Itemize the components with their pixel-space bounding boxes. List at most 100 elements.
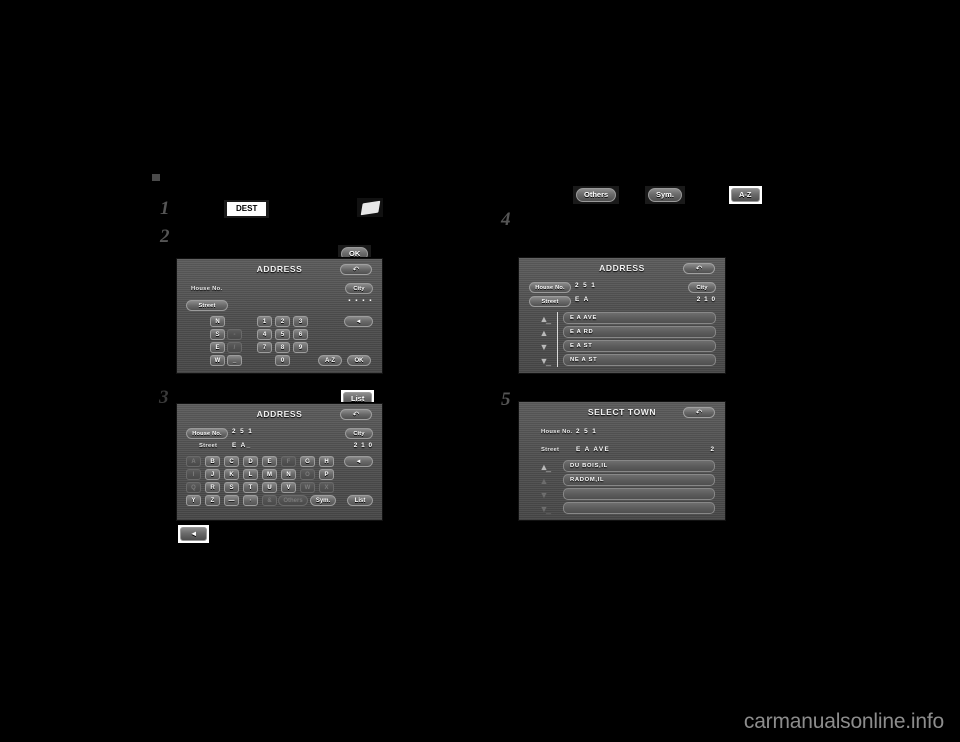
address-alpha-back-button[interactable]: ↶ <box>340 409 372 420</box>
dest-button-callout[interactable]: DEST <box>224 200 270 218</box>
key-W[interactable]: W <box>210 355 225 366</box>
city-button[interactable]: City <box>345 428 373 439</box>
key-M[interactable]: M <box>262 469 277 480</box>
dest-button-label: DEST <box>227 202 267 216</box>
key-F[interactable]: F <box>281 456 296 467</box>
key-7[interactable]: 7 <box>257 342 272 353</box>
key-S[interactable]: S <box>224 482 239 493</box>
key-N[interactable]: N <box>210 316 225 327</box>
sym-button-callout[interactable]: Sym. <box>645 186 685 204</box>
scroll-up-button[interactable]: ▲ <box>537 475 551 487</box>
key-R[interactable]: R <box>205 482 220 493</box>
key-hyphen[interactable]: - <box>227 329 242 340</box>
key-Z[interactable]: Z <box>205 495 220 506</box>
key-U[interactable]: U <box>262 482 277 493</box>
key-E[interactable]: E <box>210 342 225 353</box>
list-item[interactable]: DU BOIS,IL <box>563 460 715 472</box>
key-space[interactable]: — <box>224 495 239 506</box>
key-W[interactable]: W <box>300 482 315 493</box>
back-arrow-icon: ↶ <box>695 264 703 273</box>
key-Q[interactable]: Q <box>186 482 201 493</box>
key-Y[interactable]: Y <box>186 495 201 506</box>
step-number-4: 4 <box>501 209 511 230</box>
street-label: Street <box>541 447 560 453</box>
key-1[interactable]: 1 <box>257 316 272 327</box>
az-button-label: A-Z <box>731 188 760 202</box>
address-list-back-button[interactable]: ↶ <box>683 263 715 274</box>
scroll-top-button[interactable]: ▲̲ <box>537 461 551 473</box>
key-E[interactable]: E <box>262 456 277 467</box>
key-space[interactable]: _ <box>227 355 242 366</box>
key-8[interactable]: 8 <box>275 342 290 353</box>
key-P[interactable]: P <box>319 469 334 480</box>
key-ampersand[interactable]: & <box>262 495 277 506</box>
list-item[interactable]: E A RD <box>563 326 716 338</box>
others-button-label: Others <box>576 188 617 202</box>
house-no-value: 2 5 1 <box>575 282 597 289</box>
city-button[interactable]: City <box>345 283 373 294</box>
key-K[interactable]: K <box>224 469 239 480</box>
key-slash[interactable]: / <box>227 342 242 353</box>
key-V[interactable]: V <box>281 482 296 493</box>
key-O[interactable]: O <box>300 469 315 480</box>
backspace-key[interactable]: ◄ <box>344 456 373 467</box>
key-4[interactable]: 4 <box>257 329 272 340</box>
key-C[interactable]: C <box>224 456 239 467</box>
key-D[interactable]: D <box>243 456 258 467</box>
list-item[interactable] <box>563 502 715 514</box>
street-button[interactable]: Street <box>529 296 571 307</box>
list-key[interactable]: List <box>347 495 373 506</box>
scroll-down-button[interactable]: ▼ <box>537 341 551 353</box>
scroll-bottom-button[interactable]: ▼̲ <box>537 355 551 367</box>
key-X[interactable]: X <box>319 482 334 493</box>
street-button[interactable]: Street <box>186 300 228 311</box>
az-button-callout[interactable]: A-Z <box>729 186 762 204</box>
key-2[interactable]: 2 <box>275 316 290 327</box>
address-alpha-screen: ADDRESS ↶ House No. 2 5 1 City Street E … <box>176 403 383 521</box>
key-0[interactable]: 0 <box>275 355 290 366</box>
list-item[interactable]: E A ST <box>563 340 716 352</box>
list-item[interactable] <box>563 488 715 500</box>
list-item[interactable]: RADOM,IL <box>563 474 715 486</box>
key-9[interactable]: 9 <box>293 342 308 353</box>
house-no-label: House No. <box>541 429 573 435</box>
key-6[interactable]: 6 <box>293 329 308 340</box>
city-button-label: City <box>353 430 365 437</box>
key-H[interactable]: H <box>319 456 334 467</box>
list-item[interactable]: NE A ST <box>563 354 716 366</box>
key-B[interactable]: B <box>205 456 220 467</box>
select-town-back-button[interactable]: ↶ <box>683 407 715 418</box>
street-value: E A <box>575 296 590 303</box>
key-S[interactable]: S <box>210 329 225 340</box>
others-button-callout[interactable]: Others <box>573 186 620 204</box>
key-L[interactable]: L <box>243 469 258 480</box>
key-J[interactable]: J <box>205 469 220 480</box>
az-key[interactable]: A-Z <box>318 355 342 366</box>
step-number-5: 5 <box>501 389 511 410</box>
sym-button-label: Sym. <box>648 188 682 202</box>
key-I[interactable]: I <box>186 469 201 480</box>
key-G[interactable]: G <box>300 456 315 467</box>
sym-key[interactable]: Sym. <box>310 495 336 506</box>
key-A[interactable]: A <box>186 456 201 467</box>
key-3[interactable]: 3 <box>293 316 308 327</box>
city-button[interactable]: City <box>688 282 716 293</box>
back-arrow-callout[interactable]: ◄ <box>178 525 210 543</box>
key-T[interactable]: T <box>243 482 258 493</box>
house-no-button[interactable]: House No. <box>529 282 571 293</box>
scroll-top-button[interactable]: ▲̲ <box>537 313 551 325</box>
list-item[interactable]: E A AVE <box>563 312 716 324</box>
ok-key[interactable]: OK <box>347 355 371 366</box>
key-dot[interactable]: · <box>243 495 258 506</box>
scroll-down-button[interactable]: ▼ <box>537 489 551 501</box>
backspace-key[interactable]: ◄ <box>344 316 373 327</box>
key-5[interactable]: 5 <box>275 329 290 340</box>
back-arrow-icon: ↶ <box>352 265 360 274</box>
house-no-button[interactable]: House No. <box>186 428 228 439</box>
house-no-label: House No. <box>191 286 223 292</box>
scroll-bottom-button[interactable]: ▼̲ <box>537 503 551 515</box>
address-keypad-back-button[interactable]: ↶ <box>340 264 372 275</box>
scroll-up-button[interactable]: ▲ <box>537 327 551 339</box>
others-key[interactable]: Others <box>278 495 308 506</box>
key-N[interactable]: N <box>281 469 296 480</box>
